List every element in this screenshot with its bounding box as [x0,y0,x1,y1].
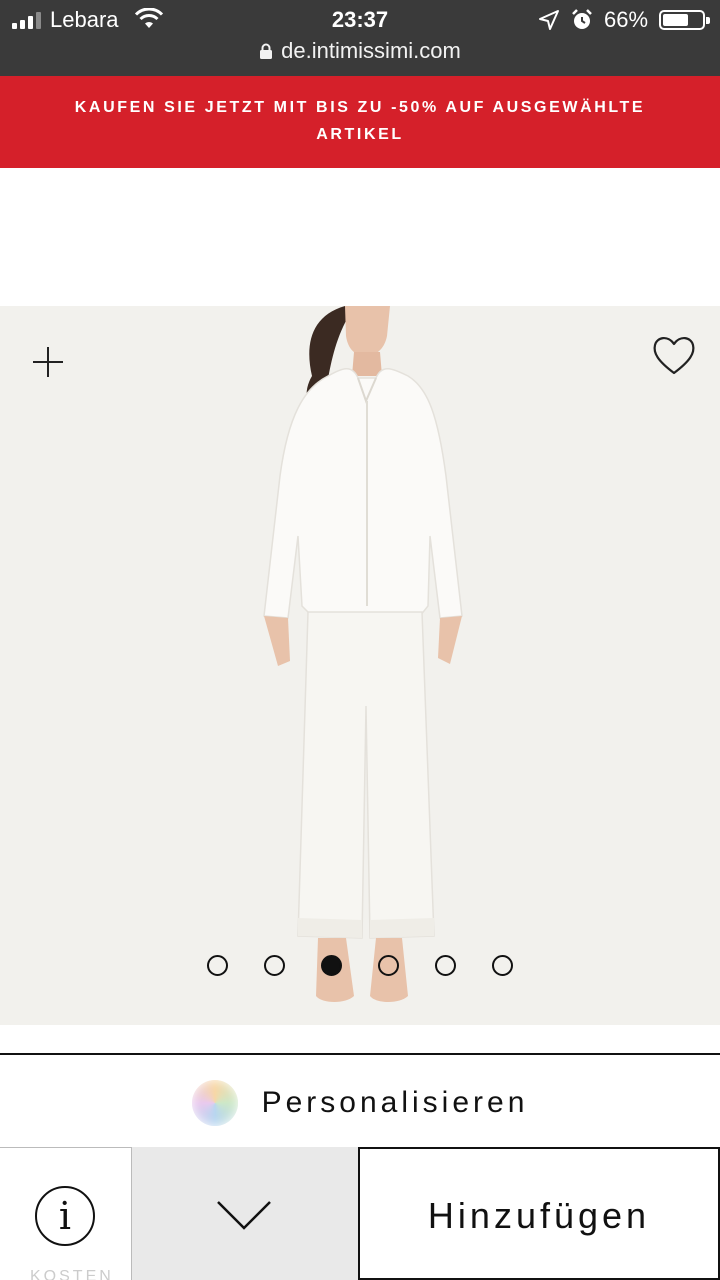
location-arrow-icon [539,10,559,30]
battery-nub [706,17,710,24]
personalize-label: Personalisieren [261,1086,529,1119]
gallery-dot[interactable] [264,955,285,976]
add-to-cart-label: Hinzufügen [427,1195,651,1236]
section-divider [0,1053,720,1055]
browser-chrome: Lebara 23:37 66% de.intimissimi.com [0,0,720,76]
product-gallery[interactable] [0,306,720,1025]
battery-percent: 66% [604,7,649,32]
url-text: de.intimissimi.com [281,38,461,63]
plus-icon[interactable] [30,344,66,380]
battery-fill [663,14,688,26]
product-model-image [263,306,463,1002]
status-bar: Lebara 23:37 66% [0,0,720,40]
personalize-button[interactable]: Personalisieren [0,1075,720,1131]
lock-icon [260,43,273,59]
chevron-down-icon [217,1201,271,1230]
info-icon: i [35,1186,95,1246]
gallery-pagination [0,955,720,977]
gallery-dot[interactable] [435,955,456,976]
gallery-dot[interactable] [378,955,399,976]
info-button[interactable]: i KOSTEN [0,1147,132,1280]
color-swirl-icon [191,1080,238,1126]
action-bar: i KOSTEN Hinzufügen [0,1147,720,1280]
gallery-dot[interactable] [321,955,342,976]
promo-text: KAUFEN SIE JETZT MIT BIS ZU -50% AUF AUS… [74,99,646,143]
alarm-clock-icon [572,9,592,29]
gallery-dot[interactable] [492,955,513,976]
size-dropdown-button[interactable] [132,1147,358,1280]
gallery-dot[interactable] [207,955,228,976]
battery-icon [659,10,710,30]
faded-label: KOSTEN [30,1268,114,1280]
add-to-cart-button[interactable]: Hinzufügen [358,1147,720,1280]
address-bar[interactable]: de.intimissimi.com [0,38,720,68]
promo-banner[interactable]: KAUFEN SIE JETZT MIT BIS ZU -50% AUF AUS… [0,76,720,168]
heart-outline-icon[interactable] [650,332,698,378]
